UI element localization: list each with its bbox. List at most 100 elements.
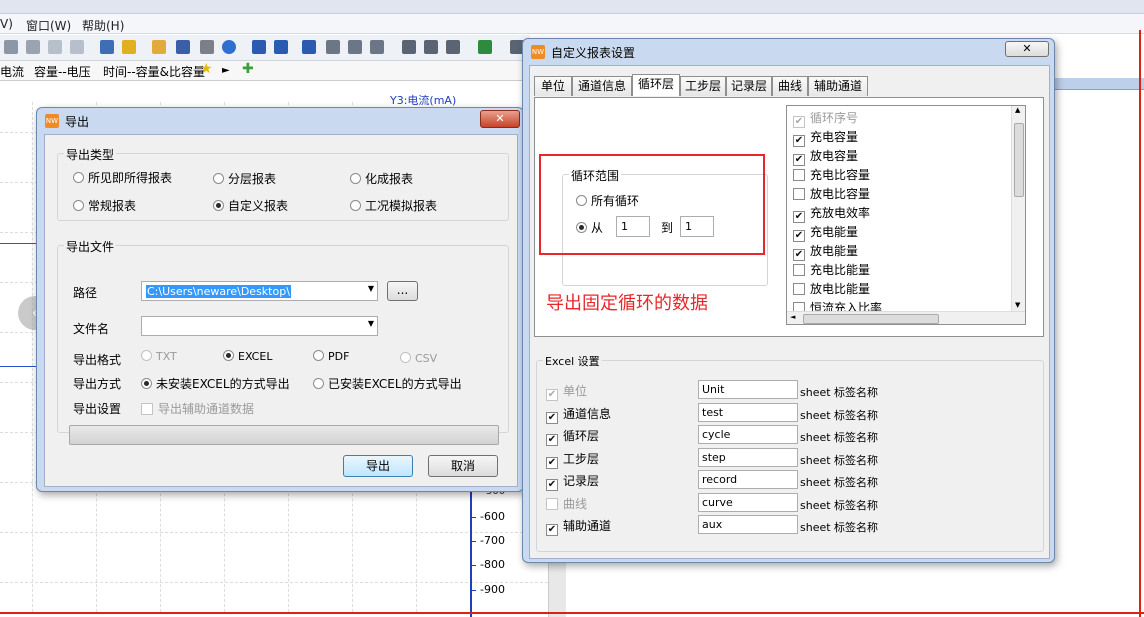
sheet-name-input[interactable]: curve: [698, 492, 798, 512]
sheet-name-input[interactable]: step: [698, 447, 798, 467]
grid-icon[interactable]: [446, 40, 460, 54]
y3-axis-label: Y3:电流(mA): [390, 94, 457, 107]
browse-button[interactable]: ...: [387, 281, 418, 301]
y3-axis-line: [470, 488, 472, 617]
back-arrow-icon[interactable]: [252, 40, 266, 54]
sheet-checkbox[interactable]: ✔ 通道信息: [546, 405, 611, 424]
tab-cycle[interactable]: 循环层: [632, 74, 680, 96]
chart-tab-capacity-voltage[interactable]: 容量--电压: [34, 63, 91, 80]
filename-combobox[interactable]: ▼: [141, 316, 378, 336]
help-icon[interactable]: [222, 40, 236, 54]
column-checkbox[interactable]: ✔ 充电能量: [793, 223, 858, 242]
path-combobox[interactable]: C:\Users\neware\Desktop\ ▼: [141, 281, 378, 301]
export-dialog-titlebar[interactable]: NW 导出 ✕: [37, 108, 523, 134]
toolbar-icon[interactable]: [4, 40, 18, 54]
add-tab-icon[interactable]: ✚: [242, 61, 254, 77]
type-radio-simulation[interactable]: 工况模拟报表: [350, 197, 437, 214]
column-checkbox[interactable]: ✔ 充电容量: [793, 128, 858, 147]
sheet-checkbox[interactable]: ✔ 记录层: [546, 472, 599, 491]
column-checkbox[interactable]: 充电比能量: [793, 261, 870, 278]
sheet-checkbox[interactable]: 曲线: [546, 495, 587, 512]
sheet-checkbox[interactable]: ✔ 辅助通道: [546, 517, 611, 536]
toolbar-icon[interactable]: [26, 40, 40, 54]
tab-channel-info[interactable]: 通道信息: [572, 76, 632, 96]
right-panel: [1055, 78, 1144, 617]
tab-aux-channel[interactable]: 辅助通道: [808, 76, 868, 96]
toolbar-icon[interactable]: [348, 40, 362, 54]
close-button[interactable]: ✕: [1005, 41, 1049, 57]
type-radio-normal[interactable]: 常规报表: [73, 197, 136, 214]
chevron-right-icon[interactable]: ►: [222, 65, 230, 76]
tab-record[interactable]: 记录层: [726, 76, 772, 96]
chart-red-line: [0, 243, 38, 244]
star-icon[interactable]: ★: [200, 61, 213, 77]
pin-icon[interactable]: [326, 40, 340, 54]
column-checkbox[interactable]: 放电比容量: [793, 185, 870, 202]
type-radio-wysiwyg[interactable]: 所见即所得报表: [73, 169, 172, 186]
format-radio-txt[interactable]: TXT: [141, 350, 177, 363]
filter-icon[interactable]: [122, 40, 136, 54]
menu-window[interactable]: 窗口(W): [26, 17, 71, 34]
method-radio-no-excel[interactable]: 未安装EXCEL的方式导出: [141, 375, 290, 392]
line-tool-icon[interactable]: [100, 40, 114, 54]
sheet-name-input[interactable]: Unit: [698, 380, 798, 399]
list-hscrollbar[interactable]: ◄: [787, 311, 1025, 324]
cancel-button[interactable]: 取消: [428, 455, 498, 477]
format-radio-pdf[interactable]: PDF: [313, 350, 349, 363]
export-dialog: NW 导出 ✕ 导出类型 所见即所得报表 分层报表 化成报表 常规报表 自定义报…: [36, 107, 524, 492]
export-button[interactable]: 导出: [343, 455, 413, 477]
grid-icon[interactable]: [424, 40, 438, 54]
forward-arrow-icon[interactable]: [274, 40, 288, 54]
sheet-checkbox[interactable]: ✔ 工步层: [546, 450, 599, 469]
close-button[interactable]: ✕: [480, 110, 520, 128]
custom-dialog-titlebar[interactable]: NW 自定义报表设置 ✕: [523, 39, 1054, 65]
list-vscrollbar[interactable]: ▲ ▼: [1011, 106, 1025, 311]
path-value: C:\Users\neware\Desktop\: [146, 285, 291, 298]
redo-icon[interactable]: [70, 40, 84, 54]
type-radio-layered[interactable]: 分层报表: [213, 170, 276, 187]
tab-unit[interactable]: 单位: [534, 76, 572, 96]
open-folder-icon[interactable]: [152, 40, 166, 54]
chevron-down-icon[interactable]: ▼: [368, 319, 374, 328]
sheet-name-input[interactable]: aux: [698, 515, 798, 534]
type-radio-custom[interactable]: 自定义报表: [213, 197, 288, 214]
sheet-name-suffix: sheet 标签名称: [800, 408, 879, 422]
column-checkbox[interactable]: ✔ 放电容量: [793, 147, 858, 166]
y-tick-label: -600: [480, 510, 505, 523]
export-dialog-title: 导出: [65, 115, 90, 129]
format-radio-csv[interactable]: CSV: [400, 352, 437, 365]
tab-curve[interactable]: 曲线: [772, 76, 808, 96]
chart-tab-time-capacity[interactable]: 时间--容量&比容量: [103, 63, 205, 80]
menu-help[interactable]: 帮助(H): [82, 17, 124, 34]
app-toolbar: [0, 35, 530, 61]
excel-icon[interactable]: [478, 40, 492, 54]
menu-view[interactable]: V): [0, 17, 13, 31]
tab-step[interactable]: 工步层: [680, 76, 726, 96]
sheet-checkbox[interactable]: ✔ 循环层: [546, 427, 599, 446]
column-checkbox[interactable]: ✔ 放电能量: [793, 242, 858, 261]
type-radio-formation[interactable]: 化成报表: [350, 170, 413, 187]
export-dialog-body: 导出类型 所见即所得报表 分层报表 化成报表 常规报表 自定义报表 工况模拟报表…: [44, 134, 518, 487]
method-radio-with-excel[interactable]: 已安装EXCEL的方式导出: [313, 375, 462, 392]
undo-icon[interactable]: [48, 40, 62, 54]
save-icon[interactable]: [176, 40, 190, 54]
sheet-name-suffix: sheet 标签名称: [800, 386, 879, 399]
print-icon[interactable]: [200, 40, 214, 54]
sheet-name-input[interactable]: record: [698, 470, 798, 489]
column-checkbox[interactable]: ✔ 循环序号: [793, 109, 858, 128]
column-checkbox[interactable]: 充电比容量: [793, 166, 870, 183]
bottom-border-line: [0, 612, 1144, 614]
y-axis-tick: [470, 517, 476, 518]
language-icon[interactable]: [302, 40, 316, 54]
sheet-name-input[interactable]: cycle: [698, 425, 798, 444]
format-radio-excel[interactable]: EXCEL: [223, 350, 272, 363]
chevron-down-icon[interactable]: ▼: [368, 284, 374, 293]
sheet-name-input[interactable]: test: [698, 402, 798, 422]
toolbar-icon[interactable]: [370, 40, 384, 54]
export-aux-checkbox[interactable]: 导出辅助通道数据: [141, 400, 254, 417]
column-checkbox[interactable]: 放电比能量: [793, 280, 870, 297]
column-checkbox[interactable]: ✔ 充放电效率: [793, 204, 870, 223]
chart-tab-current[interactable]: 电流: [0, 63, 24, 80]
grid-icon[interactable]: [402, 40, 416, 54]
sheet-checkbox[interactable]: ✔ 单位: [546, 382, 587, 401]
